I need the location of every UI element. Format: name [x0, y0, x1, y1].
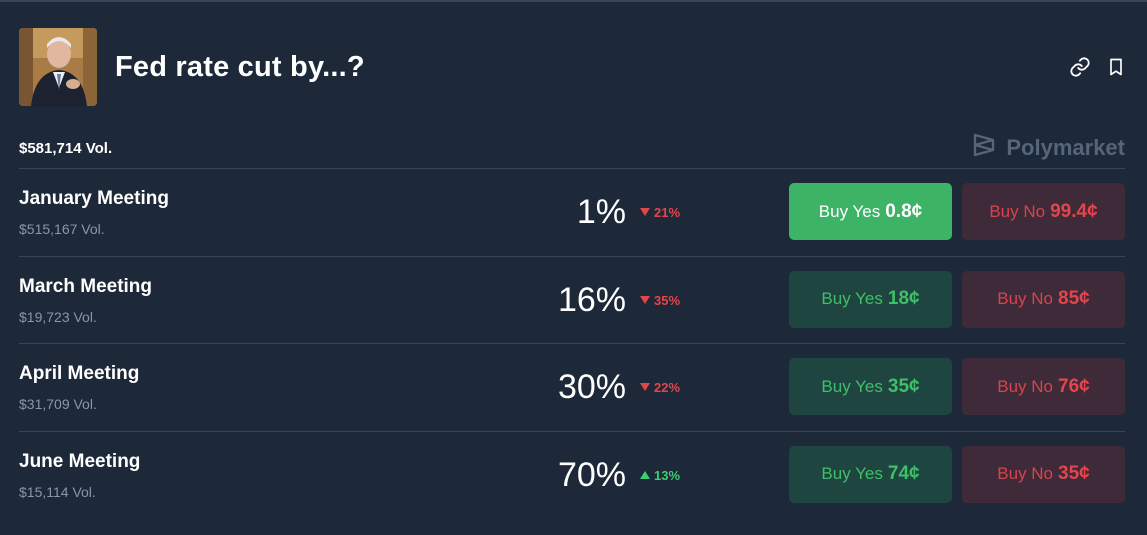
buy-yes-label: Buy Yes [818, 201, 881, 221]
buy-no-button[interactable]: Buy No 35¢ [962, 445, 1125, 503]
buy-no-price: 85¢ [1058, 288, 1090, 309]
polymarket-logo-icon [972, 132, 996, 164]
outcome-list: January Meeting $515,167 Vol. 1% 21% Buy… [19, 168, 1125, 518]
brand-logo[interactable]: Polymarket [972, 132, 1125, 164]
market-card: Fed rate cut by...? $581,714 Vol. Polyma… [0, 0, 1147, 535]
buy-yes-price: 0.8¢ [885, 200, 923, 222]
buy-yes-label: Buy Yes [821, 376, 883, 396]
outcome-probability: 30% [557, 368, 626, 406]
outcome-row-january: January Meeting $515,167 Vol. 1% 21% Buy… [19, 168, 1125, 256]
buy-yes-label: Buy Yes [821, 464, 883, 483]
outcome-probability: 16% [557, 280, 626, 319]
buy-no-button[interactable]: Buy No 76¢ [962, 358, 1125, 415]
buy-no-button[interactable]: Buy No 85¢ [962, 270, 1125, 328]
total-volume: $581,714 Vol. [19, 139, 113, 157]
buy-yes-price: 35¢ [887, 375, 920, 397]
buy-no-label: Buy No [997, 376, 1054, 396]
outcome-volume: $515,167 Vol. [19, 221, 105, 237]
market-title: Fed rate cut by...? [115, 50, 365, 83]
market-image [19, 28, 97, 106]
link-icon[interactable] [1069, 56, 1091, 78]
probability-block: 1% 21% [539, 169, 739, 256]
change-value: 35% [654, 292, 681, 308]
triangle-down-icon [640, 205, 650, 220]
buy-yes-label: Buy Yes [821, 289, 883, 308]
triangle-down-icon [640, 380, 650, 395]
buy-no-price: 99.4¢ [1050, 200, 1098, 222]
outcome-volume: $31,709 Vol. [19, 396, 97, 412]
buy-no-label: Buy No [997, 289, 1054, 308]
probability-block: 30% 22% [539, 344, 739, 431]
brand-name: Polymarket [1006, 135, 1125, 160]
buy-yes-button[interactable]: Buy Yes 0.8¢ [789, 183, 952, 240]
change-value: 13% [654, 467, 681, 483]
buy-yes-button[interactable]: Buy Yes 35¢ [789, 358, 952, 415]
header-actions [1069, 56, 1127, 78]
bookmark-icon[interactable] [1105, 56, 1127, 78]
buy-yes-price: 74¢ [887, 463, 920, 484]
triangle-up-icon [640, 468, 650, 483]
outcome-row-march: March Meeting $19,723 Vol. 16% 35% Buy Y… [19, 255, 1125, 344]
buy-yes-button[interactable]: Buy Yes 74¢ [789, 445, 952, 503]
outcome-probability: 1% [576, 193, 626, 231]
probability-block: 16% 35% [539, 257, 739, 344]
buy-no-label: Buy No [989, 201, 1046, 221]
volume-row: $581,714 Vol. Polymarket [19, 128, 1125, 168]
outcome-name: January Meeting [19, 188, 169, 209]
probability-change: 22% [640, 380, 680, 395]
outcome-name: June Meeting [19, 450, 141, 472]
outcome-row-april: April Meeting $31,709 Vol. 30% 22% Buy Y… [19, 343, 1125, 431]
market-header: Fed rate cut by...? [19, 28, 1127, 106]
outcome-volume: $15,114 Vol. [19, 483, 96, 500]
change-value: 21% [654, 205, 681, 220]
buy-no-price: 35¢ [1058, 463, 1090, 484]
outcome-volume: $19,723 Vol. [19, 308, 97, 325]
probability-change: 13% [640, 468, 680, 483]
outcome-row-june: June Meeting $15,114 Vol. 70% 13% Buy Ye… [19, 430, 1125, 519]
buy-yes-button[interactable]: Buy Yes 18¢ [789, 270, 952, 328]
outcome-name: March Meeting [19, 275, 153, 297]
triangle-down-icon [640, 293, 650, 308]
change-value: 22% [654, 380, 681, 395]
buy-no-label: Buy No [997, 464, 1054, 483]
outcome-name: April Meeting [19, 363, 140, 384]
probability-change: 35% [640, 293, 680, 308]
probability-block: 70% 13% [539, 432, 739, 519]
buy-no-price: 76¢ [1058, 375, 1090, 397]
buy-no-button[interactable]: Buy No 99.4¢ [962, 183, 1125, 240]
buy-yes-price: 18¢ [887, 288, 920, 309]
outcome-probability: 70% [557, 455, 626, 494]
probability-change: 21% [640, 205, 680, 220]
